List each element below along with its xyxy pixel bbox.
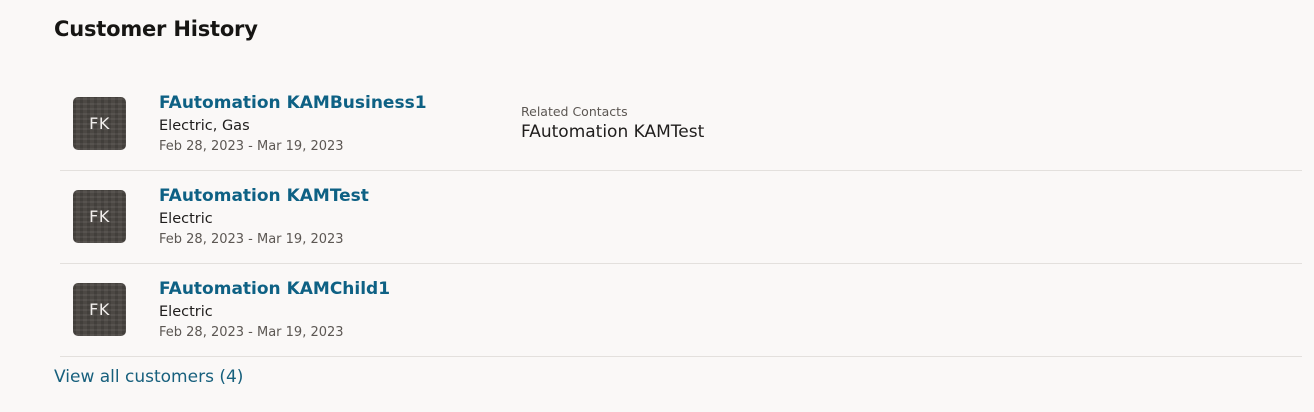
customer-name-link[interactable]: FAutomation KAMBusiness1 — [159, 93, 427, 113]
customer-name-link[interactable]: FAutomation KAMChild1 — [159, 279, 390, 299]
list-item: FK FAutomation KAMBusiness1 Electric, Ga… — [60, 78, 1302, 171]
customer-services: Electric, Gas — [159, 118, 250, 134]
customer-date-range: Feb 28, 2023 - Mar 19, 2023 — [159, 139, 344, 154]
customer-list: FK FAutomation KAMBusiness1 Electric, Ga… — [60, 78, 1302, 357]
related-contacts-value: FAutomation KAMTest — [521, 122, 705, 142]
section-title: Customer History — [54, 17, 258, 41]
list-item: FK FAutomation KAMChild1 Electric Feb 28… — [60, 264, 1302, 357]
customer-services: Electric — [159, 211, 213, 227]
avatar: FK — [73, 97, 126, 150]
customer-date-range: Feb 28, 2023 - Mar 19, 2023 — [159, 232, 344, 247]
view-all-customers-link[interactable]: View all customers (4) — [54, 367, 243, 387]
avatar: FK — [73, 283, 126, 336]
avatar: FK — [73, 190, 126, 243]
customer-history-panel: Customer History FK FAutomation KAMBusin… — [0, 0, 1314, 412]
list-item: FK FAutomation KAMTest Electric Feb 28, … — [60, 171, 1302, 264]
customer-services: Electric — [159, 304, 213, 320]
customer-date-range: Feb 28, 2023 - Mar 19, 2023 — [159, 325, 344, 340]
customer-name-link[interactable]: FAutomation KAMTest — [159, 186, 369, 206]
related-contacts: Related Contacts FAutomation KAMTest — [521, 104, 704, 142]
related-contacts-label: Related Contacts — [521, 104, 628, 119]
